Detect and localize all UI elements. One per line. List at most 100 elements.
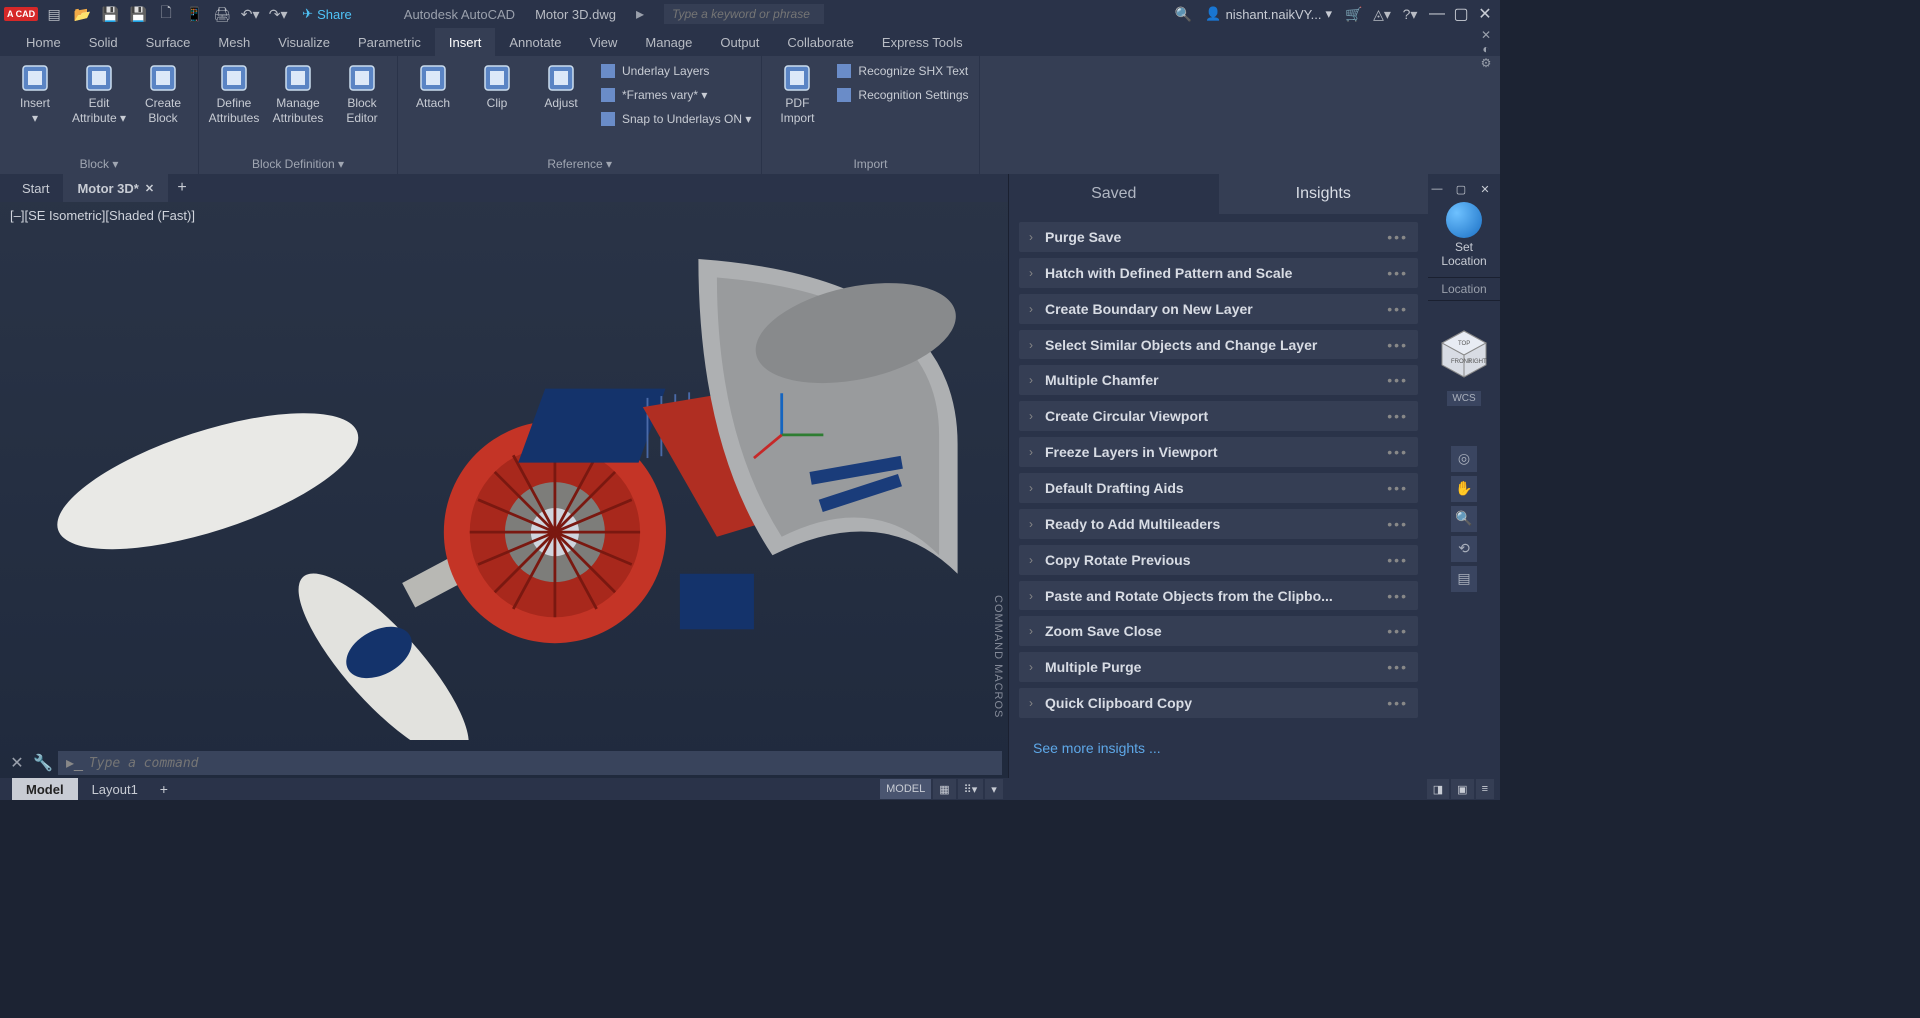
more-dots-icon[interactable]: ••• — [1387, 408, 1408, 424]
insight-item[interactable]: ›Freeze Layers in Viewport••• — [1019, 437, 1418, 467]
command-macros-label[interactable]: COMMAND MACROS — [992, 595, 1004, 718]
close-tab-icon[interactable]: ✕ — [145, 182, 154, 195]
viewport-canvas[interactable] — [0, 202, 1008, 778]
ribbon-attach-button[interactable]: Attach — [402, 58, 464, 115]
panel-close-icon[interactable]: ✕ — [1474, 178, 1496, 200]
qat-web-icon[interactable]: 🗋 — [154, 2, 178, 26]
more-dots-icon[interactable]: ••• — [1387, 265, 1408, 281]
ribbon-settings-icon[interactable]: ⚙ — [1476, 56, 1496, 70]
command-input[interactable] — [89, 756, 994, 771]
ribbon-clip-button[interactable]: Clip — [466, 58, 528, 115]
more-dots-icon[interactable]: ••• — [1387, 372, 1408, 388]
share-button[interactable]: ✈Share — [294, 6, 360, 22]
file-tab-start[interactable]: Start — [8, 174, 63, 202]
qat-mobile-icon[interactable]: 📱 — [182, 2, 206, 26]
ribbon-block-button[interactable]: Block Editor — [331, 58, 393, 130]
help-icon[interactable]: ?▾ — [1398, 2, 1422, 26]
ribbon-tab-visualize[interactable]: Visualize — [264, 28, 344, 56]
more-dots-icon[interactable]: ••• — [1387, 444, 1408, 460]
qat-new-icon[interactable]: ▤ — [42, 2, 66, 26]
ribbon-tab-solid[interactable]: Solid — [75, 28, 132, 56]
ribbon-tab-insert[interactable]: Insert — [435, 28, 496, 56]
qat-open-icon[interactable]: 📂 — [70, 2, 94, 26]
ribbon-define-button[interactable]: Define Attributes — [203, 58, 265, 130]
ribbon-recognition-settings-button[interactable]: Recognition Settings — [830, 84, 974, 106]
qat-print-icon[interactable]: 🖨 — [210, 2, 234, 26]
cmd-close-icon[interactable]: ✕ — [6, 752, 28, 774]
more-dots-icon[interactable]: ••• — [1387, 695, 1408, 711]
viewcube[interactable]: FRONT RIGHT TOP — [1436, 325, 1492, 381]
insight-item[interactable]: ›Select Similar Objects and Change Layer… — [1019, 330, 1418, 360]
ribbon-group-label[interactable]: Block ▾ — [4, 154, 194, 174]
insight-item[interactable]: ›Zoom Save Close••• — [1019, 616, 1418, 646]
ribbon-snap-to-underlays-on--button[interactable]: Snap to Underlays ON ▾ — [594, 108, 757, 130]
more-dots-icon[interactable]: ••• — [1387, 301, 1408, 317]
wcs-badge[interactable]: WCS — [1447, 391, 1480, 406]
ribbon-pin-icon[interactable]: ◐ — [1476, 42, 1496, 56]
ribbon-underlay-layers-button[interactable]: Underlay Layers — [594, 60, 757, 82]
insight-item[interactable]: ›Quick Clipboard Copy••• — [1019, 688, 1418, 718]
app-badge[interactable]: A CAD — [4, 7, 38, 21]
ribbon-pdf-button[interactable]: PDF Import — [766, 58, 828, 130]
ribbon-recognize-shx-text-button[interactable]: Recognize SHX Text — [830, 60, 974, 82]
ribbon-create-button[interactable]: Create Block — [132, 58, 194, 130]
nav-orbit-icon[interactable]: ⟲ — [1451, 536, 1477, 562]
cart-icon[interactable]: 🛒 — [1342, 2, 1366, 26]
status-customize-icon[interactable]: ≡ — [1476, 779, 1494, 799]
nav-showmotion-icon[interactable]: ▤ — [1451, 566, 1477, 592]
ribbon-group-label[interactable]: Import — [766, 154, 974, 174]
insights-tab-insights[interactable]: Insights — [1219, 174, 1429, 214]
ribbon-tab-manage[interactable]: Manage — [631, 28, 706, 56]
ribbon-tab-home[interactable]: Home — [12, 28, 75, 56]
ribbon-close-icon[interactable]: ✕ — [1476, 28, 1496, 42]
more-dots-icon[interactable]: ••• — [1387, 337, 1408, 353]
status-more-icon[interactable]: ▾ — [985, 779, 1003, 799]
set-location-button[interactable]: Set Location — [1428, 194, 1500, 278]
user-menu[interactable]: 👤 nishant.naikVY...▾ — [1199, 6, 1338, 22]
doc-dropdown-icon[interactable]: ▸ — [636, 4, 644, 24]
ribbon-tab-collaborate[interactable]: Collaborate — [773, 28, 868, 56]
nav-pan-icon[interactable]: ✋ — [1451, 476, 1477, 502]
insight-item[interactable]: ›Default Drafting Aids••• — [1019, 473, 1418, 503]
file-tab-motor-3d-[interactable]: Motor 3D*✕ — [63, 174, 168, 202]
insight-item[interactable]: ›Multiple Chamfer••• — [1019, 365, 1418, 395]
close-button[interactable]: ✕ — [1474, 3, 1496, 25]
ribbon-insert-button[interactable]: Insert ▾ — [4, 58, 66, 130]
ribbon-group-label[interactable]: Reference ▾ — [402, 154, 757, 174]
nav-zoom-icon[interactable]: 🔍 — [1451, 506, 1477, 532]
more-dots-icon[interactable]: ••• — [1387, 623, 1408, 639]
ribbon-adjust-button[interactable]: Adjust — [530, 58, 592, 115]
ribbon-edit-button[interactable]: Edit Attribute ▾ — [68, 58, 130, 130]
maximize-button[interactable]: ▢ — [1450, 3, 1472, 25]
search-icon[interactable]: 🔍 — [1171, 2, 1195, 26]
ribbon-tab-mesh[interactable]: Mesh — [204, 28, 264, 56]
more-dots-icon[interactable]: ••• — [1387, 480, 1408, 496]
insight-item[interactable]: ›Ready to Add Multileaders••• — [1019, 509, 1418, 539]
sheet-tab-model[interactable]: Model — [12, 778, 78, 800]
more-dots-icon[interactable]: ••• — [1387, 516, 1408, 532]
status-isolate-icon[interactable]: ◨ — [1427, 779, 1449, 799]
new-tab-button[interactable]: + — [168, 174, 196, 202]
more-dots-icon[interactable]: ••• — [1387, 588, 1408, 604]
qat-save-icon[interactable]: 💾 — [98, 2, 122, 26]
cmd-customize-icon[interactable]: 🔧 — [32, 752, 54, 774]
new-layout-button[interactable]: + — [152, 778, 176, 800]
panel-restore-icon[interactable]: ▢ — [1450, 178, 1472, 200]
sheet-tab-layout1[interactable]: Layout1 — [78, 778, 152, 800]
search-input[interactable] — [664, 4, 824, 24]
insight-item[interactable]: ›Purge Save••• — [1019, 222, 1418, 252]
ribbon-tab-surface[interactable]: Surface — [132, 28, 205, 56]
model-space-button[interactable]: MODEL — [880, 779, 931, 799]
autodesk-app-icon[interactable]: ◬▾ — [1370, 2, 1394, 26]
ribbon-tab-view[interactable]: View — [575, 28, 631, 56]
drawing-area[interactable]: StartMotor 3D*✕+ [–][SE Isometric][Shade… — [0, 174, 1008, 778]
status-hardware-icon[interactable]: ▣ — [1451, 779, 1473, 799]
panel-minimize-icon[interactable]: — — [1426, 178, 1448, 200]
qat-undo-icon[interactable]: ↶▾ — [238, 2, 262, 26]
status-grid-dropdown-icon[interactable]: ⠿▾ — [958, 779, 984, 799]
minimize-button[interactable]: — — [1426, 3, 1448, 25]
insight-item[interactable]: ›Copy Rotate Previous••• — [1019, 545, 1418, 575]
status-grid-icon[interactable]: ▦ — [933, 779, 955, 799]
see-more-insights-link[interactable]: See more insights ... — [1033, 740, 1161, 756]
ribbon-tab-output[interactable]: Output — [706, 28, 773, 56]
